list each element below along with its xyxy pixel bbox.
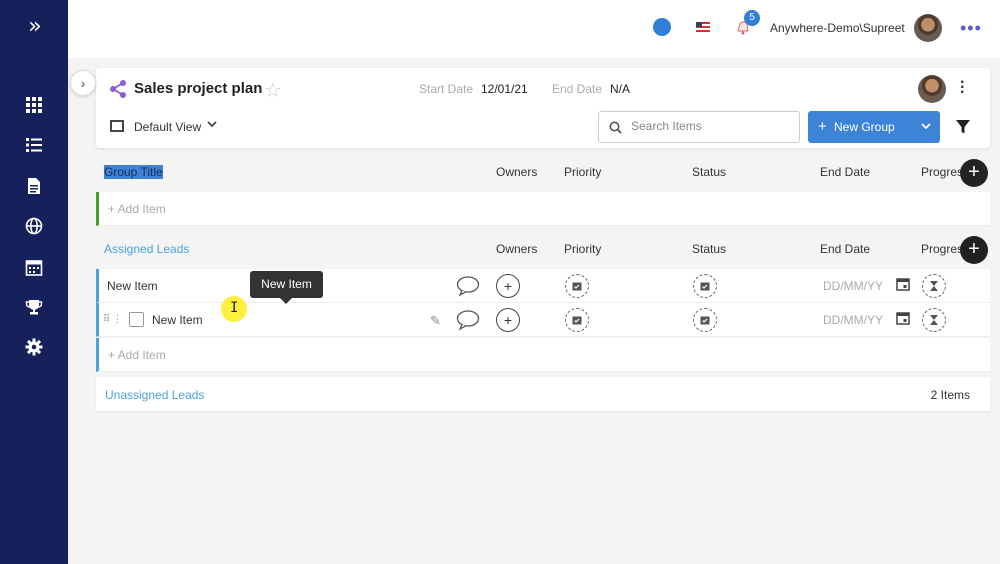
col-progress: Progres (921, 242, 964, 256)
hourglass-icon (930, 315, 938, 325)
hourglass-icon (930, 281, 938, 291)
status-picker[interactable] (693, 308, 717, 332)
unassigned-group[interactable]: Unassigned Leads 2 Items (96, 377, 990, 411)
search-icon (609, 121, 622, 134)
add-item-link[interactable]: + Add Item (108, 348, 166, 362)
star-icon[interactable]: ☆ (264, 78, 282, 102)
priority-picker[interactable] (565, 274, 589, 298)
text-cursor-icon: I (230, 300, 239, 316)
col-progress: Progres (921, 165, 964, 179)
left-sidebar: » (0, 0, 68, 564)
col-end-date: End Date (820, 165, 871, 179)
search-box[interactable] (598, 111, 800, 143)
user-name[interactable]: Anywhere-Demo\Supreet (770, 21, 905, 35)
expand-sidebar-icon[interactable]: » (24, 16, 46, 38)
new-group-label: New Group (834, 120, 895, 134)
plan-menu-icon[interactable]: · · · (960, 75, 965, 101)
progress-picker[interactable] (922, 308, 946, 332)
plus-icon: + (818, 118, 827, 135)
list-icon[interactable] (24, 135, 44, 155)
status-icon (700, 282, 710, 291)
add-column-button[interactable]: + (960, 159, 988, 187)
item-tooltip: New Item (250, 271, 323, 304)
status-picker[interactable] (693, 274, 717, 298)
add-owner-button[interactable]: + (496, 308, 520, 332)
add-item-row[interactable]: + Add Item (96, 192, 990, 226)
col-status: Status (692, 165, 727, 179)
comment-icon[interactable] (456, 309, 480, 331)
item-name[interactable]: New Item (107, 279, 158, 293)
calendar-icon[interactable] (896, 311, 910, 325)
dashboard-icon[interactable] (24, 95, 44, 115)
settings-icon[interactable] (24, 337, 44, 357)
col-priority: Priority (564, 165, 602, 179)
share-icon[interactable] (108, 79, 128, 99)
more-icon[interactable]: ••• (960, 18, 982, 39)
drag-handle-icon[interactable]: ⠿⋮ (103, 314, 124, 325)
add-item-link[interactable]: + Add Item (108, 202, 166, 216)
item-name[interactable]: New Item (152, 313, 203, 327)
add-column-button[interactable]: + (960, 236, 988, 264)
progress-picker[interactable] (922, 274, 946, 298)
group-header: Group Title Owners Priority Status End D… (96, 155, 990, 189)
calendar-icon[interactable] (24, 257, 44, 277)
add-owner-button[interactable]: + (496, 274, 520, 298)
user-avatar[interactable] (914, 14, 942, 42)
chevron-down-icon[interactable] (206, 118, 218, 130)
notification-badge: 5 (744, 10, 760, 26)
start-date-label: Start Date (419, 82, 474, 96)
item-count: 2 Items (930, 388, 970, 402)
group-title[interactable]: Assigned Leads (104, 242, 189, 256)
priority-icon (572, 316, 582, 325)
top-header: 5 Anywhere-Demo\Supreet ••• (68, 0, 1000, 58)
status-icon (700, 316, 710, 325)
filter-icon[interactable] (956, 120, 970, 134)
end-date-value: N/A (610, 82, 631, 96)
document-icon[interactable] (24, 176, 44, 196)
new-group-button[interactable]: + New Group (808, 111, 940, 143)
end-date-input[interactable]: DD/MM/YY (823, 313, 883, 327)
col-owners: Owners (496, 242, 538, 256)
col-owners: Owners (496, 165, 538, 179)
comment-icon[interactable] (456, 275, 480, 297)
plan-title: Sales project plan (134, 80, 263, 97)
edit-pencil-icon[interactable]: ✎ (430, 313, 441, 329)
us-flag-icon[interactable] (696, 22, 710, 32)
priority-icon (572, 282, 582, 291)
start-date-value: 12/01/21 (481, 82, 528, 96)
globe-icon[interactable] (24, 216, 44, 236)
add-item-row[interactable]: + Add Item (96, 338, 990, 372)
row-checkbox[interactable] (129, 312, 144, 327)
view-selector[interactable]: Default View (134, 120, 201, 134)
priority-picker[interactable] (565, 308, 589, 332)
end-date-label: End Date (552, 82, 603, 96)
search-input[interactable] (631, 119, 791, 133)
end-date-input[interactable]: DD/MM/YY (823, 279, 883, 293)
status-icon[interactable] (653, 18, 671, 36)
group-header: Assigned Leads Owners Priority Status En… (96, 232, 990, 266)
chevron-down-icon[interactable] (920, 119, 932, 133)
col-status: Status (692, 242, 727, 256)
group-title[interactable]: Unassigned Leads (105, 388, 204, 402)
group-title[interactable]: Group Title (104, 165, 163, 179)
col-priority: Priority (564, 242, 602, 256)
trophy-icon[interactable] (24, 297, 44, 317)
plan-header-card: Sales project plan ☆ Start Date 12/01/21… (96, 68, 990, 148)
collapse-panel-button[interactable]: › (70, 70, 96, 96)
calendar-icon[interactable] (896, 277, 910, 291)
view-icon[interactable] (110, 120, 124, 132)
plan-owner-avatar[interactable] (918, 75, 946, 103)
col-end-date: End Date (820, 242, 871, 256)
